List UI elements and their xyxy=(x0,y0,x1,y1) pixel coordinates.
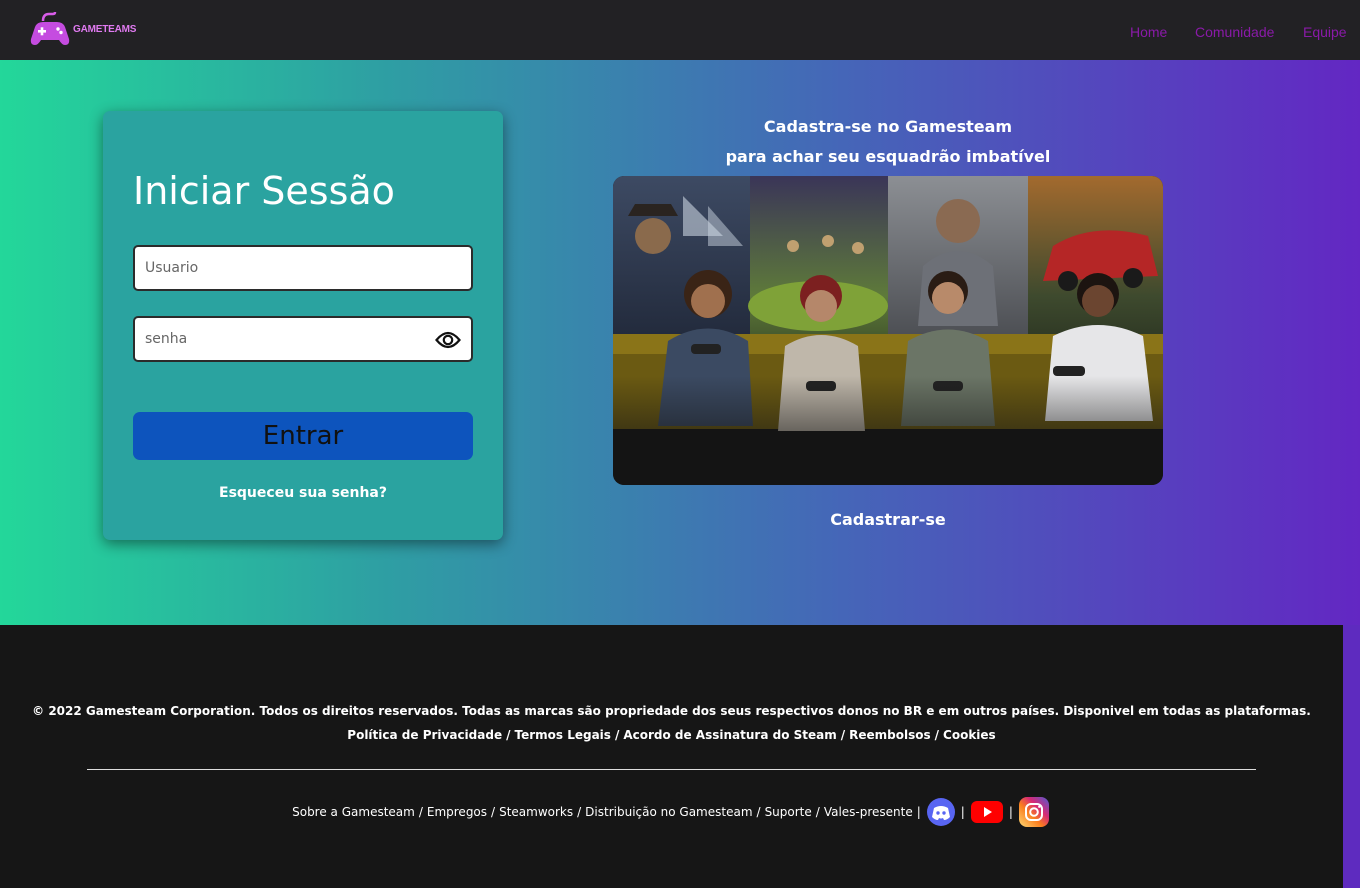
separator: / xyxy=(491,805,496,819)
separator: / xyxy=(815,805,820,819)
youtube-icon[interactable] xyxy=(970,800,1003,824)
steamworks-link[interactable]: Steamworks xyxy=(499,805,573,819)
login-button[interactable]: Entrar xyxy=(133,412,473,460)
legal-terms-link[interactable]: Termos Legais xyxy=(514,728,610,742)
page-edge-strip xyxy=(1343,625,1360,888)
jobs-link[interactable]: Empregos xyxy=(427,805,487,819)
footer-bottom-links: Sobre a Gamesteam / Empregos / Steamworks /… xyxy=(0,797,1343,827)
cookies-link[interactable]: Cookies xyxy=(943,728,996,742)
signup-link[interactable]: Cadastrar-se xyxy=(613,510,1163,529)
footer: © 2022 Gamesteam Corporation. Todos os d… xyxy=(0,625,1343,888)
promo-headline: Cadastra-se no Gamesteam xyxy=(763,117,1013,136)
nav-link-home[interactable]: Home xyxy=(1130,24,1167,40)
gamepad-icon xyxy=(30,11,70,45)
separator: / xyxy=(614,728,620,742)
brand-logo[interactable]: GAMETEAMS xyxy=(29,11,136,47)
separator: / xyxy=(577,805,582,819)
password-field xyxy=(133,316,473,362)
separator: | xyxy=(916,805,921,819)
nav-link-comunidade[interactable]: Comunidade xyxy=(1195,24,1274,40)
refunds-link[interactable]: Reembolsos xyxy=(849,728,931,742)
separator: / xyxy=(506,728,511,742)
separator: / xyxy=(840,728,846,742)
separator: / xyxy=(418,805,423,819)
login-title: Iniciar Sessão xyxy=(133,169,395,213)
discord-icon[interactable] xyxy=(926,798,955,826)
promo-gamers-image xyxy=(613,176,1163,485)
hero-section: Iniciar Sessão Entrar Esqueceu sua senha… xyxy=(0,60,1360,625)
separator: / xyxy=(934,728,940,742)
brand-name: GAMETEAMS xyxy=(73,23,137,35)
separator: | xyxy=(960,805,965,819)
distribution-link[interactable]: Distribuição no Gamesteam xyxy=(585,805,752,819)
login-card: Iniciar Sessão Entrar Esqueceu sua senha… xyxy=(103,111,503,540)
gift-cards-link[interactable]: Vales-presente xyxy=(824,805,913,819)
support-link[interactable]: Suporte xyxy=(765,805,812,819)
navbar: GAMETEAMS Home Comunidade Equipe xyxy=(0,0,1360,60)
instagram-icon[interactable] xyxy=(1018,797,1049,827)
copyright-text: © 2022 Gamesteam Corporation. Todos os d… xyxy=(32,704,1311,718)
subscriber-agreement-link[interactable]: Acordo de Assinatura do Steam xyxy=(623,728,836,742)
separator: | xyxy=(1008,805,1013,819)
nav-link-equipe[interactable]: Equipe xyxy=(1303,24,1347,40)
username-field xyxy=(133,245,473,291)
promo-subheadline: para achar seu esquadrão imbatível xyxy=(725,147,1051,166)
legal-links: Política de Privacidade / Termos Legais / Ac… xyxy=(0,728,1343,742)
username-input[interactable] xyxy=(135,247,471,289)
forgot-password-link[interactable]: Esqueceu sua senha? xyxy=(103,485,503,501)
footer-divider xyxy=(87,769,1256,770)
privacy-policy-link[interactable]: Política de Privacidade xyxy=(347,728,502,742)
password-input[interactable] xyxy=(135,318,471,360)
about-link[interactable]: Sobre a Gamesteam xyxy=(292,805,415,819)
separator: / xyxy=(756,805,761,819)
eye-icon[interactable] xyxy=(435,328,461,352)
